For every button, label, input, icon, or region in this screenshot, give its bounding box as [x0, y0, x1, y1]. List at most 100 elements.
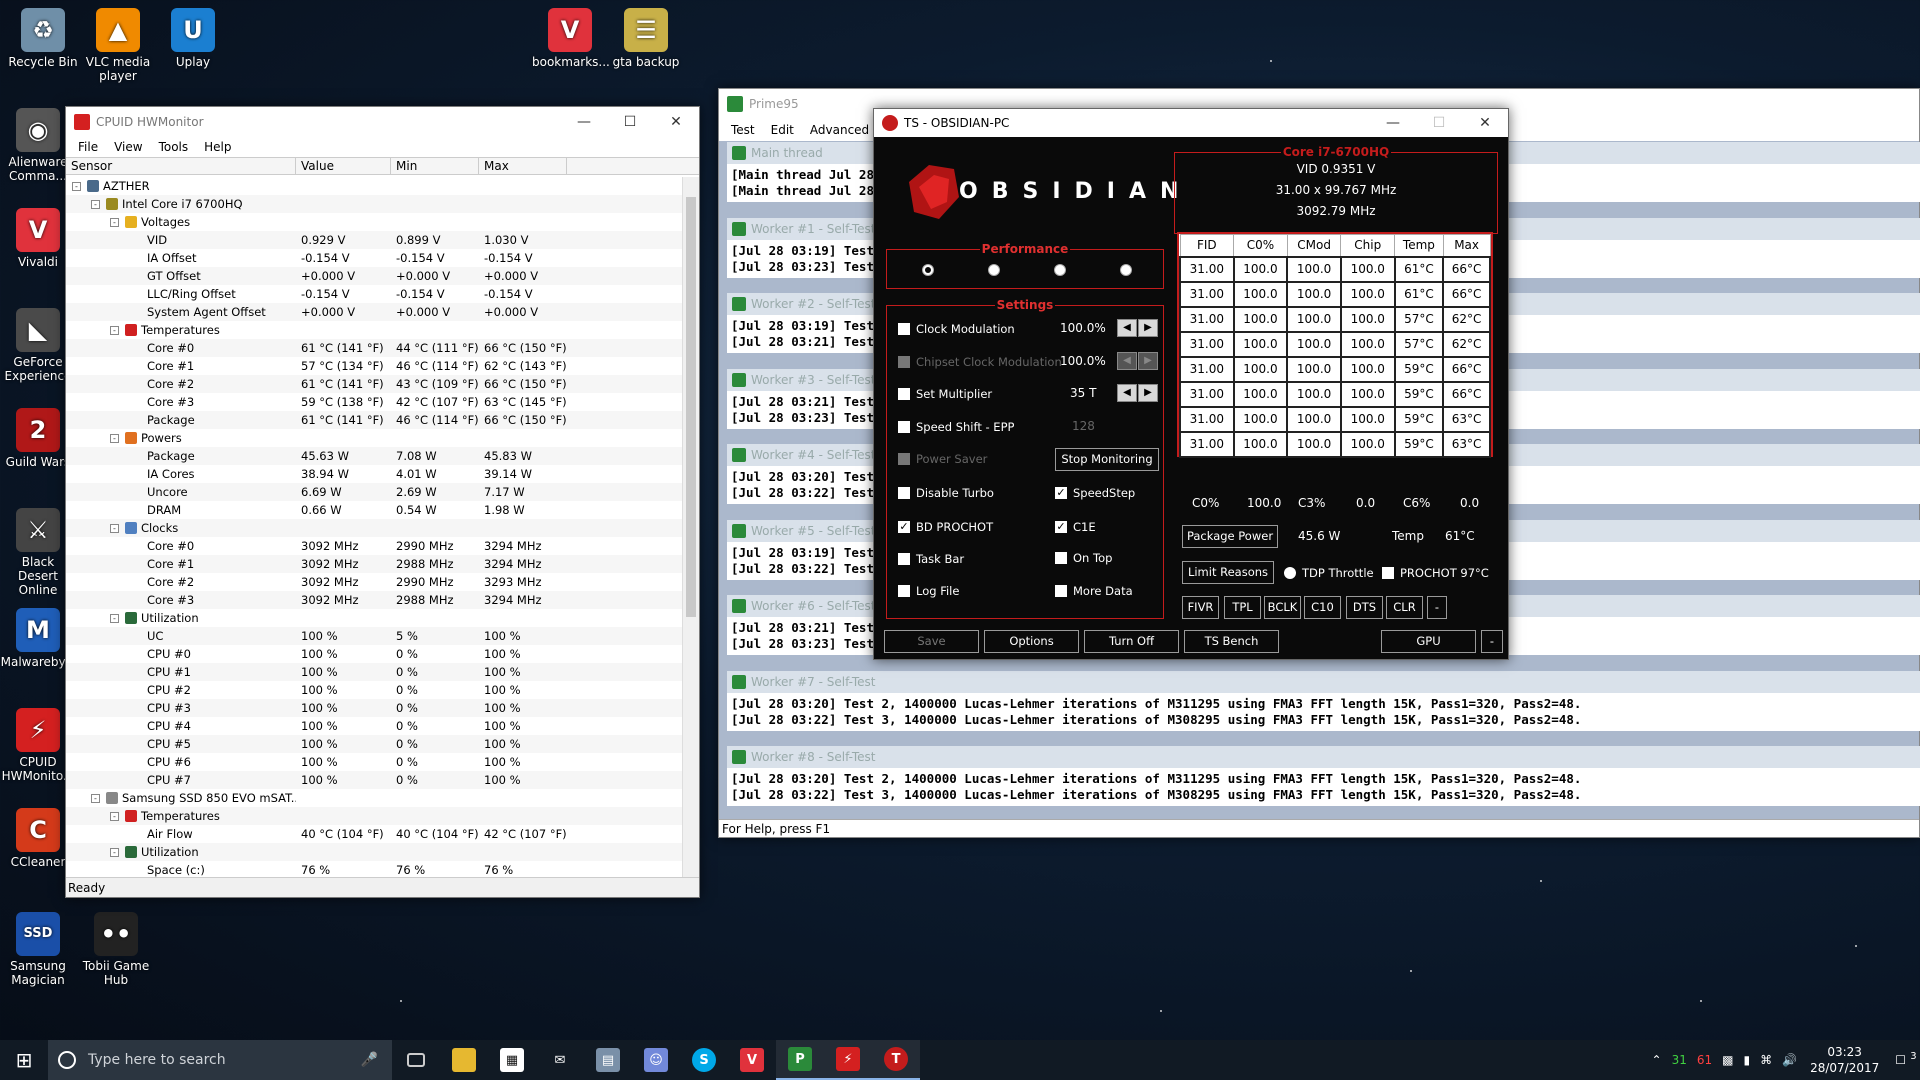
sensor-row[interactable]: UC 100 % 5 % 100 %: [66, 627, 684, 645]
feature-button-clr[interactable]: CLR: [1386, 596, 1423, 619]
performance-profile-2[interactable]: [988, 264, 1000, 276]
performance-profile-1[interactable]: [922, 264, 934, 276]
checkbox-icon[interactable]: [1055, 585, 1067, 597]
chipset-clock-modulation-option[interactable]: Chipset Clock Modulation: [898, 354, 1062, 370]
volume-icon[interactable]: 🔊: [1777, 1053, 1802, 1067]
checkbox-icon[interactable]: [898, 388, 910, 400]
wifi-icon[interactable]: ⌘: [1755, 1053, 1777, 1067]
task-bar-option[interactable]: Task Bar: [898, 551, 964, 567]
sensor-row[interactable]: IA Cores 38.94 W 4.01 W 39.14 W: [66, 465, 684, 483]
maximize-icon[interactable]: ☐: [607, 107, 653, 137]
sensor-row[interactable]: CPU #5 100 % 0 % 100 %: [66, 735, 684, 753]
sensor-row[interactable]: Core #2 61 °C (141 °F) 43 °C (109 °F) 66 °C…: [66, 375, 684, 393]
collapse-toggle-icon[interactable]: -: [110, 326, 119, 335]
feature-button-c10[interactable]: C10: [1304, 596, 1341, 619]
worker-panel[interactable]: Worker #7 - Self-Test [Jul 28 03:20] Test…: [727, 670, 1920, 741]
desktop-icon-bookmarks[interactable]: Vbookmarks...: [532, 8, 610, 69]
sensor-row[interactable]: - Powers: [66, 429, 684, 447]
clock-modulation-option[interactable]: Clock Modulation: [898, 321, 1015, 337]
sensor-row[interactable]: CPU #6 100 % 0 % 100 %: [66, 753, 684, 771]
sensor-row[interactable]: DRAM 0.66 W 0.54 W 1.98 W: [66, 501, 684, 519]
log-file-option[interactable]: Log File: [898, 583, 959, 599]
on-top-option[interactable]: On Top: [1055, 550, 1112, 566]
desktop-icon-uplay[interactable]: U Uplay: [155, 8, 231, 69]
desktop-icon-recycle-bin[interactable]: ♻ Recycle Bin: [5, 8, 81, 69]
sensor-row[interactable]: CPU #0 100 % 0 % 100 %: [66, 645, 684, 663]
column-sensor[interactable]: Sensor: [66, 158, 296, 174]
sensor-row[interactable]: Package 61 °C (141 °F) 46 °C (114 °F) 66 °C…: [66, 411, 684, 429]
collapse-toggle-icon[interactable]: -: [110, 614, 119, 623]
checkmark-icon[interactable]: ✓: [898, 521, 910, 533]
collapse-toggle-icon[interactable]: -: [72, 182, 81, 191]
multiplier-decrease[interactable]: ◀: [1117, 384, 1137, 402]
c1e-option[interactable]: ✓ C1E: [1055, 519, 1096, 535]
scrollbar-thumb[interactable]: [686, 197, 696, 617]
limit-reasons-button[interactable]: Limit Reasons: [1182, 561, 1274, 584]
sensor-row[interactable]: CPU #3 100 % 0 % 100 %: [66, 699, 684, 717]
power-saver-option[interactable]: Power Saver: [898, 451, 987, 467]
sensor-row[interactable]: Core #0 3092 MHz 2990 MHz 3294 MHz: [66, 537, 684, 555]
sensor-row[interactable]: - Voltages: [66, 213, 684, 231]
more-data-option[interactable]: More Data: [1055, 583, 1133, 599]
chipset-mod-decrease[interactable]: ◀: [1117, 352, 1137, 370]
disable-turbo-option[interactable]: Disable Turbo: [898, 485, 994, 501]
task-view-button[interactable]: [392, 1040, 440, 1080]
throttlestop-window[interactable]: TS - OBSIDIAN-PC — ☐ ✕ OBSIDIAN Core i7-…: [873, 108, 1509, 660]
tray-network-device-icon[interactable]: ▩: [1717, 1053, 1738, 1067]
search-box[interactable]: Type here to search 🎤: [48, 1040, 392, 1080]
sensor-tree-scrollbar[interactable]: [682, 177, 699, 877]
sensor-row[interactable]: Core #2 3092 MHz 2990 MHz 3293 MHz: [66, 573, 684, 591]
sensor-row[interactable]: - Temperatures: [66, 807, 684, 825]
menu-help[interactable]: Help: [196, 140, 239, 154]
action-center-icon[interactable]: ☐ 3: [1887, 1051, 1920, 1067]
collapse-toggle-icon[interactable]: -: [110, 218, 119, 227]
collapse-toggle-icon[interactable]: -: [110, 524, 119, 533]
menu-edit[interactable]: Edit: [763, 123, 802, 137]
desktop-icon-samsung-magician[interactable]: SSD Samsung Magician: [0, 912, 76, 987]
checkbox-icon[interactable]: [1055, 552, 1067, 564]
checkbox-icon[interactable]: [898, 453, 910, 465]
sensor-row[interactable]: Space (c:) 76 % 76 % 76 %: [66, 861, 684, 877]
sensor-row[interactable]: - Intel Core i7 6700HQ: [66, 195, 684, 213]
microphone-icon[interactable]: 🎤: [361, 1052, 378, 1068]
sensor-row[interactable]: - Utilization: [66, 843, 684, 861]
hwmonitor-window[interactable]: CPUID HWMonitor — ☐ ✕ File View Tools He…: [65, 106, 700, 898]
sensor-row[interactable]: Uncore 6.69 W 2.69 W 7.17 W: [66, 483, 684, 501]
column-min[interactable]: Min: [391, 158, 479, 174]
checkbox-icon[interactable]: [898, 585, 910, 597]
sensor-row[interactable]: - Samsung SSD 850 EVO mSAT...: [66, 789, 684, 807]
taskbar-app-monitor[interactable]: ▤: [584, 1040, 632, 1080]
set-multiplier-option[interactable]: Set Multiplier: [898, 386, 992, 402]
menu-tools[interactable]: Tools: [151, 140, 197, 154]
sensor-row[interactable]: - Temperatures: [66, 321, 684, 339]
clock[interactable]: 03:23 28/07/2017: [1802, 1044, 1887, 1076]
sensor-row[interactable]: Core #1 57 °C (134 °F) 46 °C (114 °F) 62 °C…: [66, 357, 684, 375]
clock-mod-increase[interactable]: ▶: [1138, 319, 1158, 337]
tray-temp-1[interactable]: 31: [1667, 1053, 1692, 1067]
feature-button-dts[interactable]: DTS: [1346, 596, 1383, 619]
sensor-row[interactable]: LLC/Ring Offset -0.154 V -0.154 V -0.154 V: [66, 285, 684, 303]
menu-file[interactable]: File: [70, 140, 106, 154]
close-icon[interactable]: ✕: [653, 107, 699, 137]
feature-button-tpl[interactable]: TPL: [1224, 596, 1261, 619]
collapse-toggle-icon[interactable]: -: [110, 848, 119, 857]
gpu-button[interactable]: GPU: [1381, 630, 1476, 653]
maximize-icon[interactable]: ☐: [1416, 109, 1462, 137]
collapse-toggle-icon[interactable]: -: [91, 200, 100, 209]
save-button[interactable]: Save: [884, 630, 979, 653]
sensor-row[interactable]: VID 0.929 V 0.899 V 1.030 V: [66, 231, 684, 249]
collapse-toggle-icon[interactable]: -: [91, 794, 100, 803]
sensor-row[interactable]: Package 45.63 W 7.08 W 45.83 W: [66, 447, 684, 465]
taskbar-discord[interactable]: ☺: [632, 1040, 680, 1080]
sensor-row[interactable]: Air Flow 40 °C (104 °F) 40 °C (104 °F) 42 °…: [66, 825, 684, 843]
speedstep-option[interactable]: ✓ SpeedStep: [1055, 485, 1135, 501]
checkbox-icon[interactable]: [898, 356, 910, 368]
taskbar-skype[interactable]: S: [680, 1040, 728, 1080]
taskbar-vivaldi[interactable]: V: [728, 1040, 776, 1080]
taskbar-hwmonitor[interactable]: ⚡: [824, 1040, 872, 1080]
collapse-toggle-icon[interactable]: -: [110, 434, 119, 443]
multiplier-increase[interactable]: ▶: [1138, 384, 1158, 402]
desktop-icon-gta-backup[interactable]: ☰ gta backup: [608, 8, 684, 69]
sensor-row[interactable]: GT Offset +0.000 V +0.000 V +0.000 V: [66, 267, 684, 285]
feature-button-fivr[interactable]: FIVR: [1182, 596, 1219, 619]
